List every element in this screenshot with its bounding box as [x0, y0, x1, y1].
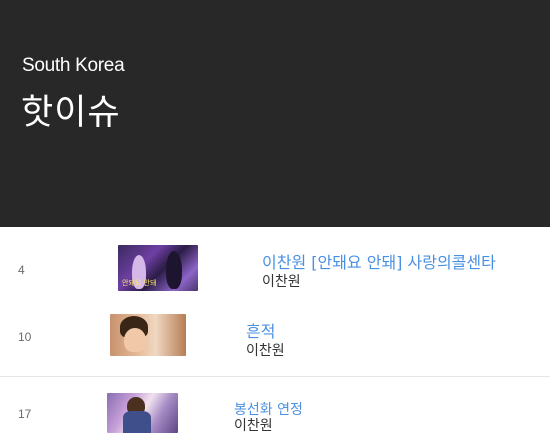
list-item[interactable]: 17 봉선화 연정 이찬원 — [0, 376, 550, 444]
video-thumbnail[interactable]: 안돼요 안돼 — [118, 245, 198, 291]
page-header: South Korea 핫이슈 — [0, 0, 550, 227]
video-thumbnail[interactable] — [107, 393, 178, 433]
video-title-link[interactable]: 흔적 — [246, 318, 275, 342]
country-label: South Korea — [22, 55, 125, 76]
video-title-link[interactable]: 이찬원 [안돼요 안돼] 사랑의콜센타 — [262, 249, 496, 273]
rank-number: 10 — [18, 330, 32, 344]
video-thumbnail[interactable] — [110, 314, 186, 356]
rank-number: 4 — [18, 263, 25, 277]
artist-name: 이찬원 — [262, 274, 301, 290]
artist-name: 이찬원 — [234, 418, 273, 434]
artist-name: 이찬원 — [246, 343, 285, 359]
thumbnail-caption: 안돼요 안돼 — [122, 279, 157, 287]
list-item[interactable]: 4 안돼요 안돼 이찬원 [안돼요 안돼] 사랑의콜센타 이찬원 — [0, 227, 550, 311]
rank-number: 17 — [18, 407, 32, 421]
thumbnail-figure — [166, 251, 182, 289]
thumbnail-figure — [124, 328, 146, 352]
list-item[interactable]: 10 흔적 이찬원 — [0, 300, 550, 376]
page-title: 핫이슈 — [21, 93, 121, 133]
thumbnail-figure — [123, 411, 151, 433]
